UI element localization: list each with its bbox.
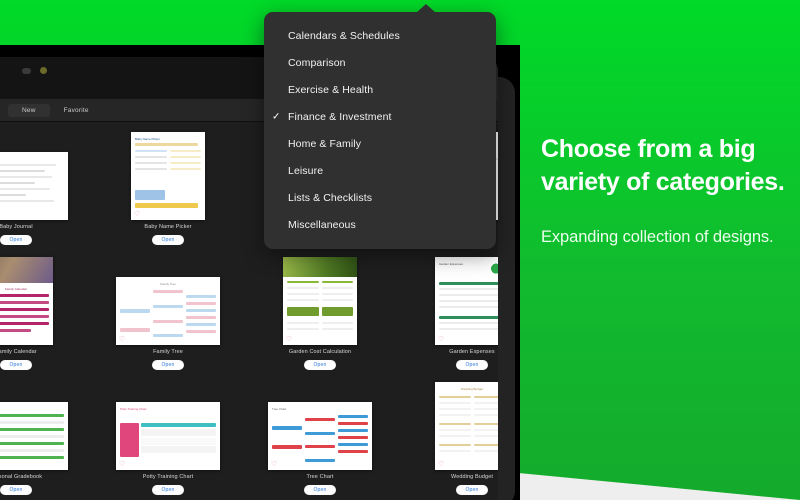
heart-icon[interactable]: ♡ <box>438 461 444 468</box>
marketing-copy: Choose from a big variety of categories.… <box>541 133 791 248</box>
template-thumbnail[interactable]: Baby Journal <box>0 152 68 220</box>
menu-item-home-family[interactable]: Home & Family <box>264 130 496 157</box>
open-button[interactable]: Open <box>304 360 336 370</box>
dropdown-pointer <box>416 4 436 13</box>
open-button[interactable]: Open <box>0 235 32 245</box>
menu-item-label: Comparison <box>288 56 346 69</box>
template-name: Garden Cost Calculation <box>288 349 352 355</box>
template-card[interactable]: Personal Gradebook Open <box>0 382 92 500</box>
heart-icon[interactable]: ♡ <box>286 336 292 343</box>
template-name: Potty Training Chart <box>142 474 194 480</box>
menu-item-label: Home & Family <box>288 137 362 150</box>
promo-screenshot: New Favorite Baby Journal Open Baby Name… <box>0 0 800 500</box>
heart-icon[interactable]: ♡ <box>438 336 444 343</box>
menu-item-label: Finance & Investment <box>288 110 392 123</box>
template-card[interactable]: Wedding Budget ♡ Wedding Budget Open <box>396 382 498 500</box>
thumbnail-wrap: Family Tree ♡ <box>116 257 220 345</box>
checkmark-icon: ✓ <box>272 111 281 122</box>
template-name: Tree Chart <box>306 474 334 480</box>
template-thumbnail[interactable]: ♡ <box>283 257 357 345</box>
menu-item-calendars-schedules[interactable]: Calendars & Schedules <box>264 22 496 49</box>
thumbnail-wrap: ♡ <box>283 257 357 345</box>
template-row: Family Calendar amily Calendar Open Fami… <box>0 257 498 382</box>
open-button[interactable]: Open <box>152 485 184 495</box>
template-thumbnail[interactable]: Family Tree ♡ <box>116 277 220 345</box>
template-name: Garden Expenses <box>449 349 495 355</box>
category-dropdown-menu[interactable]: Calendars & Schedules Comparison Exercis… <box>264 4 496 249</box>
open-button[interactable]: Open <box>456 360 488 370</box>
template-card[interactable]: Tree Chart ♡ Tree Chart Open <box>244 382 396 500</box>
tab-favorite[interactable]: Favorite <box>50 104 103 117</box>
template-thumbnail[interactable]: Wedding Budget ♡ <box>435 382 498 470</box>
thumbnail-wrap: Baby Name Picker ♡ <box>131 132 205 220</box>
menu-item-leisure[interactable]: Leisure <box>264 157 496 184</box>
window-control-dot[interactable] <box>40 67 47 74</box>
menu-item-label: Lists & Checklists <box>288 191 373 204</box>
template-thumbnail[interactable]: Potty Training Chart ♡ <box>116 402 220 470</box>
template-thumbnail[interactable]: Tree Chart ♡ <box>268 402 372 470</box>
menu-item-miscellaneous[interactable]: Miscellaneous <box>264 211 496 238</box>
window-controls[interactable] <box>22 67 47 74</box>
template-card[interactable]: Garden Expenses ♡ Garden Expenses Open <box>396 257 498 382</box>
window-control-dot[interactable] <box>22 67 31 74</box>
template-card[interactable]: Potty Training Chart ♡ Potty Training Ch… <box>92 382 244 500</box>
template-card[interactable]: Baby Journal Open <box>0 132 92 257</box>
template-card[interactable]: Family Tree ♡ Family Tree Open <box>92 257 244 382</box>
template-thumbnail[interactable] <box>0 402 68 470</box>
open-button[interactable]: Open <box>0 485 32 495</box>
template-name: Personal Gradebook <box>0 474 43 480</box>
menu-item-exercise-health[interactable]: Exercise & Health <box>264 76 496 103</box>
menu-item-lists-checklists[interactable]: Lists & Checklists <box>264 184 496 211</box>
template-thumbnail[interactable]: Garden Expenses ♡ <box>435 257 498 345</box>
heart-icon[interactable]: ♡ <box>134 211 140 218</box>
open-button[interactable]: Open <box>304 485 336 495</box>
thumbnail-wrap <box>0 382 68 470</box>
thumbnail-wrap: Family Calendar <box>0 257 53 345</box>
template-name: Baby Name Picker <box>144 224 192 230</box>
menu-item-label: Miscellaneous <box>288 218 356 231</box>
menu-item-comparison[interactable]: Comparison <box>264 49 496 76</box>
menu-item-label: Calendars & Schedules <box>288 29 400 42</box>
template-name: Family Calendar <box>0 349 37 355</box>
open-button[interactable]: Open <box>0 360 32 370</box>
menu-item-label: Leisure <box>288 164 324 177</box>
menu-item-finance-investment[interactable]: ✓ Finance & Investment <box>264 103 496 130</box>
heart-icon[interactable]: ♡ <box>119 461 125 468</box>
template-card[interactable]: Family Calendar amily Calendar Open <box>0 257 92 382</box>
template-name: Wedding Budget <box>451 474 493 480</box>
template-name: Family Tree <box>153 349 183 355</box>
template-card[interactable]: ♡ Garden Cost Calculation Open <box>244 257 396 382</box>
heart-icon[interactable]: ♡ <box>119 336 125 343</box>
thumbnail-wrap: Baby Journal <box>0 132 68 220</box>
headline-text: Choose from a big variety of categories. <box>541 135 785 197</box>
heart-icon[interactable]: ♡ <box>271 461 277 468</box>
thumbnail-wrap: Wedding Budget ♡ <box>435 382 498 470</box>
open-button[interactable]: Open <box>152 360 184 370</box>
tab-new[interactable]: New <box>8 103 50 117</box>
thumbnail-wrap: Tree Chart ♡ <box>268 382 372 470</box>
template-card[interactable]: Baby Name Picker ♡ Baby Name Picker Open <box>92 132 244 257</box>
template-name: Baby Journal <box>0 224 33 230</box>
plant-illustration <box>489 263 498 277</box>
open-button[interactable]: Open <box>152 235 184 245</box>
open-button[interactable]: Open <box>456 485 488 495</box>
menu-item-label: Exercise & Health <box>288 83 374 96</box>
thumbnail-wrap: Garden Expenses ♡ <box>435 257 498 345</box>
template-thumbnail[interactable]: Baby Name Picker ♡ <box>131 132 205 220</box>
thumbnail-wrap: Potty Training Chart ♡ <box>116 382 220 470</box>
template-row: Personal Gradebook Open Potty Training C… <box>0 382 498 500</box>
subtext: Expanding collection of designs. <box>541 227 774 246</box>
template-thumbnail[interactable]: Family Calendar <box>0 257 53 345</box>
